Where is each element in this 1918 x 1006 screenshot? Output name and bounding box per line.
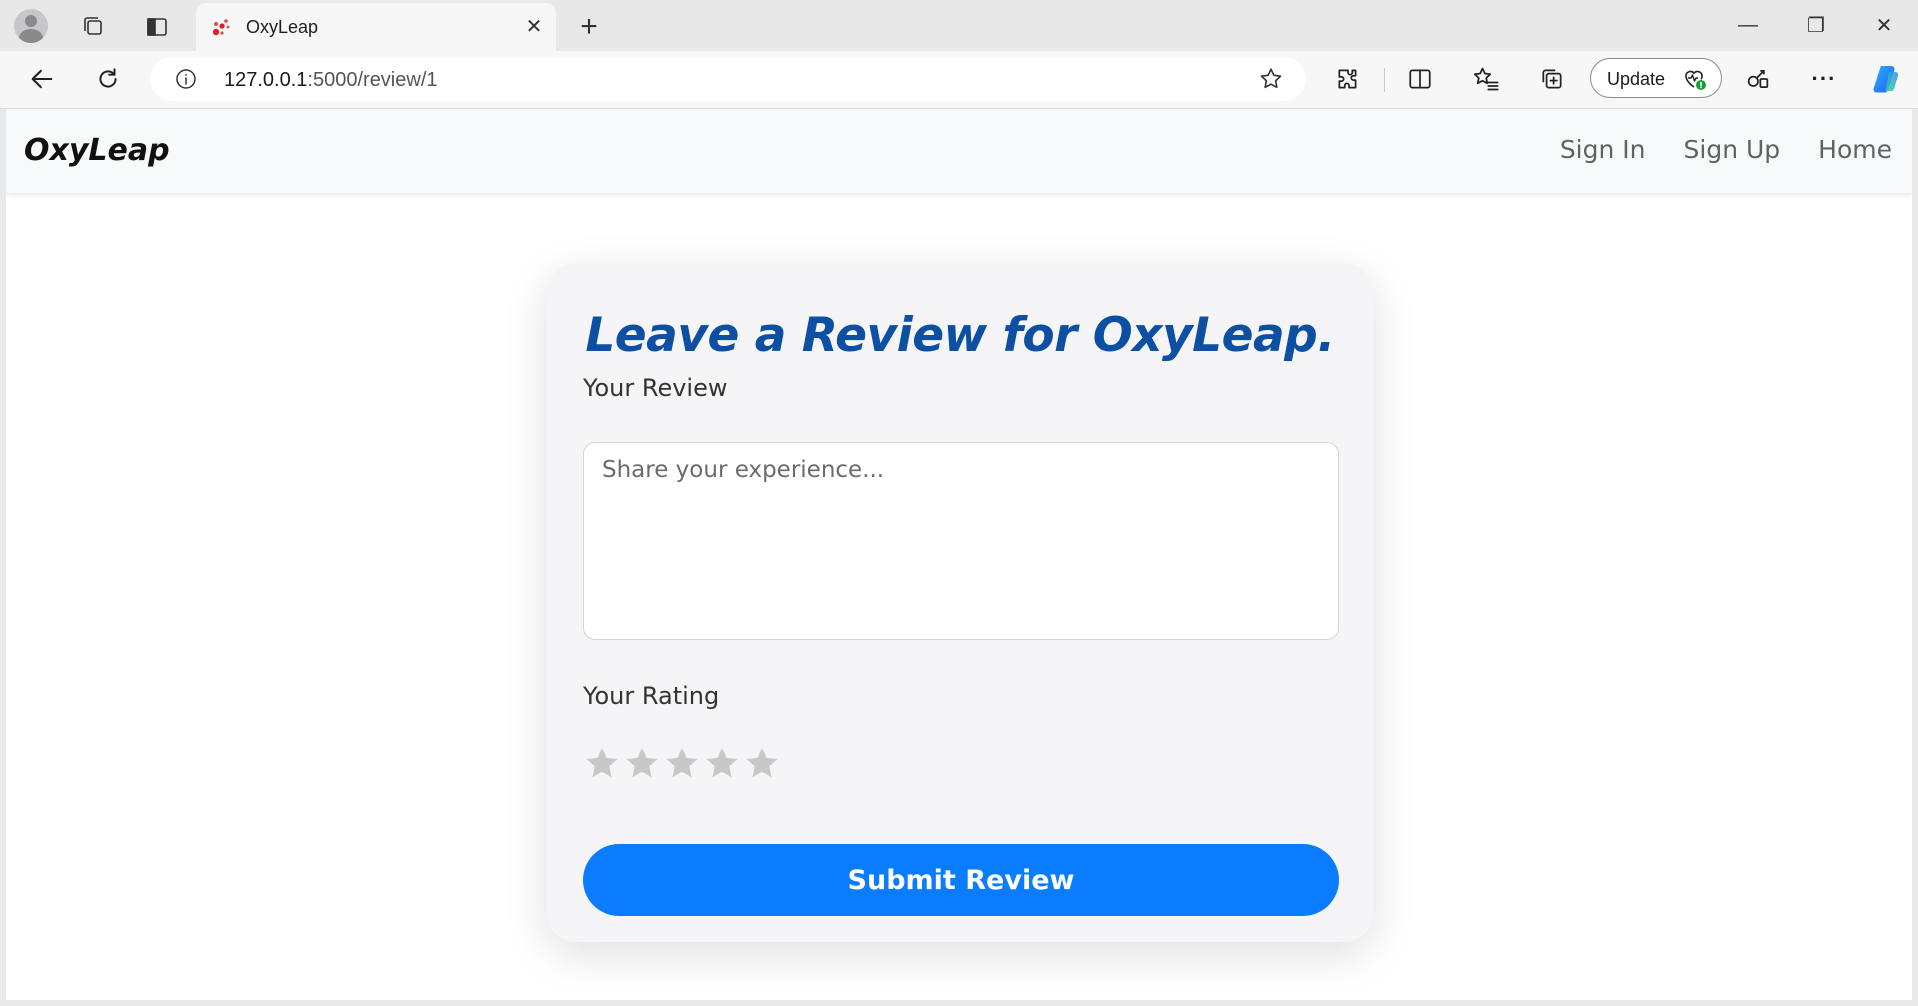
nav-link-sign-up[interactable]: Sign Up	[1684, 135, 1781, 164]
nav-link-sign-in[interactable]: Sign In	[1560, 135, 1646, 164]
rating-star-icon[interactable]	[583, 742, 621, 784]
tab-title: OxyLeap	[246, 17, 319, 37]
rating-label: Your Rating	[583, 682, 720, 710]
favorites-icon[interactable]	[1468, 61, 1504, 97]
tab-close-icon[interactable]: ✕	[522, 15, 546, 39]
window-close-icon[interactable]: ✕	[1864, 8, 1904, 42]
site-navbar: OxyLeap Sign In Sign Up Home	[6, 109, 1912, 193]
browser-toolbar: 127.0.0.1:5000/review/1 Update ···	[0, 51, 1918, 109]
new-tab-icon[interactable]: +	[572, 10, 606, 44]
workspaces-icon[interactable]	[78, 12, 108, 42]
page-viewport: OxyLeap Sign In Sign Up Home Leave a Rev…	[6, 109, 1912, 1000]
update-heart-icon	[1681, 66, 1707, 92]
url-host: 127.0.0.1	[224, 69, 308, 91]
review-page-title: Leave a Review for OxyLeap.	[585, 308, 1335, 363]
rating-star-icon[interactable]	[743, 742, 781, 784]
star-rating	[583, 742, 781, 784]
browser-tab-active[interactable]: OxyLeap ✕	[196, 3, 556, 51]
split-screen-icon[interactable]	[1402, 61, 1438, 97]
profile-avatar[interactable]	[14, 9, 48, 43]
nav-links: Sign In Sign Up Home	[1560, 135, 1892, 164]
review-card: Leave a Review for OxyLeap. Your Review …	[547, 264, 1373, 942]
favorite-star-icon[interactable]	[1258, 66, 1284, 92]
nav-link-home[interactable]: Home	[1818, 135, 1892, 164]
more-menu-icon[interactable]: ···	[1806, 61, 1842, 97]
site-brand[interactable]: OxyLeap	[24, 133, 170, 168]
browser-essentials-icon[interactable]	[1740, 61, 1776, 97]
rating-star-icon[interactable]	[663, 742, 701, 784]
review-textarea[interactable]	[583, 442, 1339, 640]
review-label: Your Review	[583, 374, 728, 402]
tab-actions-icon[interactable]	[142, 12, 172, 42]
collections-icon[interactable]	[1534, 61, 1570, 97]
reload-icon[interactable]	[90, 61, 126, 97]
update-label: Update	[1607, 69, 1666, 89]
restore-icon[interactable]: ❐	[1796, 8, 1836, 42]
oxyleap-favicon-icon	[210, 17, 232, 39]
back-arrow-icon[interactable]	[24, 61, 60, 97]
url-text[interactable]: 127.0.0.1:5000/review/1	[224, 69, 438, 92]
extensions-icon[interactable]	[1330, 61, 1366, 97]
browser-tab-strip: OxyLeap ✕ + — ❐ ✕	[0, 0, 1918, 51]
url-path: :5000/review/1	[307, 69, 438, 91]
minimize-icon[interactable]: —	[1728, 8, 1768, 42]
rating-star-icon[interactable]	[703, 742, 741, 784]
toolbar-separator	[1384, 68, 1385, 92]
rating-star-icon[interactable]	[623, 742, 661, 784]
browser-update-button[interactable]: Update	[1590, 58, 1722, 98]
submit-review-button[interactable]: Submit Review	[583, 844, 1339, 916]
address-bar[interactable]: 127.0.0.1:5000/review/1	[150, 57, 1306, 101]
site-info-icon[interactable]	[174, 67, 198, 91]
copilot-icon[interactable]	[1868, 61, 1904, 97]
